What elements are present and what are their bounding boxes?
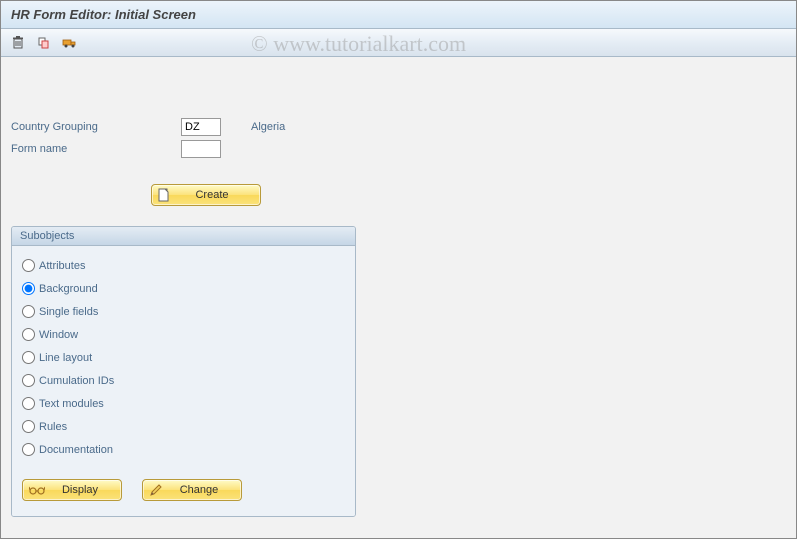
display-button[interactable]: Display (22, 479, 122, 501)
radio-row: Attributes (22, 254, 345, 277)
change-button[interactable]: Change (142, 479, 242, 501)
country-grouping-input[interactable] (181, 118, 221, 136)
subobject-label[interactable]: Window (39, 329, 78, 341)
form-name-row: Form name (11, 139, 786, 159)
group-buttons: Display Change (22, 479, 345, 501)
change-button-label: Change (169, 484, 229, 496)
copy-icon (37, 36, 51, 50)
country-grouping-row: Country Grouping Algeria (11, 117, 786, 137)
subobject-radio[interactable] (22, 397, 35, 410)
page-title: HR Form Editor: Initial Screen (11, 7, 196, 22)
create-button[interactable]: Create (151, 184, 261, 206)
delete-button[interactable] (9, 34, 27, 52)
subobjects-body: Attributes Background Single fields Window L… (12, 246, 355, 516)
subobject-label[interactable]: Cumulation IDs (39, 375, 114, 387)
subobjects-title: Subobjects (12, 227, 355, 246)
radio-row: Single fields (22, 300, 345, 323)
subobject-radio[interactable] (22, 259, 35, 272)
create-button-label: Create (176, 189, 248, 201)
country-grouping-label: Country Grouping (11, 121, 181, 133)
radio-row: Rules (22, 415, 345, 438)
trash-icon (11, 36, 25, 50)
content-area: Country Grouping Algeria Form name Creat… (1, 57, 796, 527)
subobject-radio[interactable] (22, 351, 35, 364)
transport-button[interactable] (61, 34, 79, 52)
radio-row: Line layout (22, 346, 345, 369)
subobject-radio[interactable] (22, 328, 35, 341)
radio-row: Text modules (22, 392, 345, 415)
form-name-label: Form name (11, 143, 181, 155)
subobject-label[interactable]: Line layout (39, 352, 92, 364)
country-name-text: Algeria (251, 121, 285, 133)
subobject-label[interactable]: Documentation (39, 444, 113, 456)
truck-icon (62, 36, 78, 50)
toolbar (1, 29, 796, 57)
subobject-label[interactable]: Single fields (39, 306, 98, 318)
subobject-label[interactable]: Rules (39, 421, 67, 433)
form-name-input[interactable] (181, 140, 221, 158)
display-button-label: Display (51, 484, 109, 496)
glasses-icon (29, 485, 45, 495)
subobject-radio[interactable] (22, 282, 35, 295)
copy-button[interactable] (35, 34, 53, 52)
subobject-radio[interactable] (22, 443, 35, 456)
radio-row: Cumulation IDs (22, 369, 345, 392)
subobject-radio[interactable] (22, 420, 35, 433)
subobjects-group: Subobjects Attributes Background Single fi… (11, 226, 356, 517)
subobject-radio[interactable] (22, 305, 35, 318)
subobject-label[interactable]: Text modules (39, 398, 104, 410)
document-icon (158, 188, 170, 202)
subobject-radio[interactable] (22, 374, 35, 387)
radio-row: Documentation (22, 438, 345, 461)
pencil-icon (149, 483, 163, 497)
subobject-label[interactable]: Background (39, 283, 98, 295)
title-bar: HR Form Editor: Initial Screen (1, 1, 796, 29)
radio-row: Background (22, 277, 345, 300)
radio-row: Window (22, 323, 345, 346)
subobject-label[interactable]: Attributes (39, 260, 85, 272)
create-button-row: Create (151, 184, 786, 206)
